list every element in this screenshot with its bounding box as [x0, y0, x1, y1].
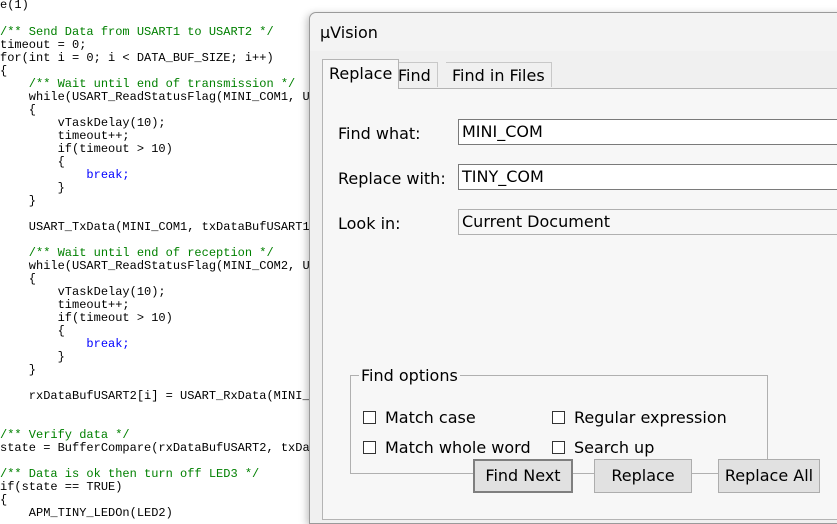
find-options-title: Find options — [359, 366, 460, 385]
replace-all-button[interactable]: Replace All — [718, 459, 820, 493]
dialog-titlebar[interactable]: µVision — [310, 13, 837, 51]
replace-with-label: Replace with: — [338, 169, 446, 188]
tab-find-in-files[interactable]: Find in Files — [446, 62, 552, 87]
replace-with-input[interactable]: TINY_COM — [458, 164, 837, 190]
code-line: if(state == TRUE) — [0, 480, 123, 494]
find-next-button[interactable]: Find Next — [473, 459, 573, 493]
dialog-title: µVision — [320, 23, 378, 42]
match-case-label: Match case — [385, 408, 476, 427]
code-line: while(USART_ReadStatusFlag(MINI_COM1, US… — [0, 90, 325, 104]
tab-replace[interactable]: Replace — [322, 59, 400, 89]
regular-expression-checkbox[interactable]: Regular expression — [552, 408, 727, 427]
find-replace-dialog: µVision Replace Find Find in Files Find … — [309, 12, 837, 524]
code-line: USART_TxData(MINI_COM1, txDataBufUSART1[… — [0, 220, 325, 234]
find-what-label: Find what: — [338, 124, 421, 143]
search-up-label: Search up — [574, 438, 655, 457]
match-whole-word-label: Match whole word — [385, 438, 531, 457]
look-in-label: Look in: — [338, 214, 401, 233]
match-case-checkbox[interactable]: Match case — [363, 408, 476, 427]
find-what-input[interactable]: MINI_COM — [458, 119, 837, 145]
code-line: } — [0, 363, 37, 377]
code-line: while(USART_ReadStatusFlag(MINI_COM2, US… — [0, 259, 325, 273]
checkbox-box[interactable] — [363, 441, 376, 454]
replace-button[interactable]: Replace — [594, 459, 692, 493]
regular-expression-label: Regular expression — [574, 408, 727, 427]
checkbox-box[interactable] — [363, 411, 376, 424]
checkbox-box[interactable] — [552, 441, 565, 454]
look-in-select[interactable]: Current Document — [458, 209, 837, 235]
checkbox-box[interactable] — [552, 411, 565, 424]
code-line: state = BufferCompare(rxDataBufUSART2, t… — [0, 441, 325, 455]
match-whole-word-checkbox[interactable]: Match whole word — [363, 438, 531, 457]
code-line: e(1) — [0, 0, 29, 12]
replace-tab-panel: Find what: MINI_COM Replace with: TINY_C… — [322, 88, 837, 520]
code-line: rxDataBufUSART2[i] = USART_RxData(MINI_C… — [0, 389, 325, 403]
code-line: for(int i = 0; i < DATA_BUF_SIZE; i++) — [0, 51, 274, 65]
code-line: APM_TINY_LEDOn(LED2) — [0, 506, 173, 520]
search-up-checkbox[interactable]: Search up — [552, 438, 654, 457]
code-line: } — [0, 194, 37, 208]
